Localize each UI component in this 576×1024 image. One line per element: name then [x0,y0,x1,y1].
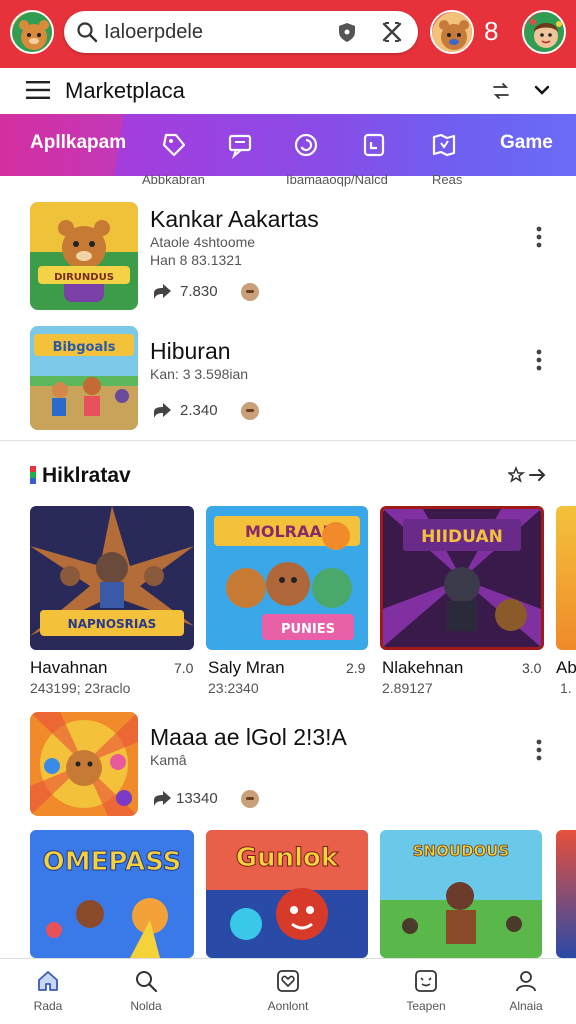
home-icon [38,971,58,991]
app-thumbnail[interactable]: Bibgoals [30,326,138,430]
svg-text:SNOUDOUS: SNOUDOUS [413,842,509,860]
card-subtitle: 243199; 23raclo [30,680,131,696]
category-sublabel: Ibamaaoqp/Nalcd [286,172,388,187]
search-bar [64,11,418,53]
section-flag-icon [30,466,36,484]
app-subtitle: Kamâ [150,752,187,768]
app-subtitle: Kan: 3 3.598ian [150,366,249,382]
tab-apps[interactable]: Apllkapam [30,132,126,154]
category-sublabel: Abbkabran [142,172,205,187]
share-icon[interactable] [152,790,172,808]
game-card-image[interactable] [556,506,576,650]
divider [0,440,576,441]
search-input[interactable] [104,19,324,45]
svg-text:DIRUNDUS: DIRUNDUS [54,272,114,283]
menu-icon[interactable] [26,80,50,100]
bottom-navigation: Rada Nolda Aonlont Teapen Alnaia [0,958,576,1024]
marketplace-screen: 8 Marketplaca Apllkapam Game Abbkabran I… [0,0,576,1024]
game-card-image[interactable]: Gunlok [206,830,368,958]
svg-text:HIIDUAN: HIIDUAN [421,527,503,547]
app-thumbnail[interactable]: DIRUNDUS [30,202,138,310]
user-avatar[interactable] [522,10,566,54]
category-sublabel: Reas [432,172,463,187]
share-icon[interactable] [152,402,172,420]
card-title[interactable]: Nlakehnan [382,658,463,678]
app-stat: 13340 [176,790,218,807]
app-subtitle: Ataole 4shtoome [150,234,256,250]
card-title[interactable]: Saly Mran [208,658,285,678]
card-title[interactable]: Ab [556,658,576,678]
search-icon[interactable] [76,21,98,43]
smile-box-icon [415,970,437,992]
svg-text:PUNIES: PUNIES [281,622,335,637]
share-icon[interactable] [152,283,172,301]
svg-text:OMEPASS: OMEPASS [43,847,182,877]
coin-icon [241,283,259,301]
card-subtitle: 23:2340 [208,680,259,696]
top-bar: 8 [0,0,576,68]
clipboard-icon[interactable] [360,131,388,159]
game-card-image[interactable] [556,830,576,958]
more-options-icon[interactable] [536,226,542,248]
friend-avatar[interactable] [430,10,474,54]
search-icon [136,971,158,993]
nav-profile[interactable]: Alnaia [478,959,574,1024]
more-options-icon[interactable] [536,349,542,371]
map-icon[interactable] [430,131,458,159]
svg-text:Bibgoals: Bibgoals [53,340,116,355]
card-subtitle: 1. [560,680,572,696]
page-header: Marketplaca [0,68,576,114]
swap-icon[interactable] [490,80,512,102]
profile-avatar[interactable] [10,10,54,54]
page-title: Marketplaca [65,78,185,103]
card-title[interactable]: Havahnan [30,658,108,678]
game-card-image[interactable]: OMEPASS [30,830,194,958]
nav-label: Nolda [130,999,162,1013]
app-stat: 2.340 [180,402,218,419]
nav-label: Aonlont [267,999,309,1013]
person-icon [516,971,536,992]
clear-search-icon[interactable] [380,20,404,44]
svg-text:Gunlok: Gunlok [236,843,339,873]
app-stat: 7.830 [180,283,218,300]
card-subtitle: 2.89127 [382,680,433,696]
svg-text:NAPNOSRIAS: NAPNOSRIAS [68,617,157,631]
coin-icon [241,790,259,808]
nav-label: Rada [33,999,63,1013]
game-card-image[interactable]: SNOUDOUS [380,830,542,958]
chevron-down-icon[interactable] [534,83,550,97]
shield-icon[interactable] [336,21,358,43]
app-title[interactable]: Maaa ae lGol 2!3!A [150,724,347,751]
game-card-image[interactable]: MOLRAA! PUNIES [206,506,368,650]
card-rating: 2.9 [346,660,366,676]
see-more-icon[interactable] [508,466,548,484]
nav-home[interactable]: Rada [0,959,96,1024]
app-title[interactable]: Kankar Aakartas [150,206,319,233]
game-card-image[interactable]: HIIDUAN [380,506,544,650]
tag-icon[interactable] [160,131,188,159]
svg-text:MOLRAA!: MOLRAA! [245,522,329,541]
chat-icon[interactable] [226,131,254,159]
coin-icon [241,402,259,420]
app-title[interactable]: Hiburan [150,338,231,365]
nav-search[interactable]: Nolda [98,959,194,1024]
section-title: Hiklratav [42,464,131,487]
tab-game[interactable]: Game [500,132,553,154]
game-card-image[interactable]: NAPNOSRIAS [30,506,194,650]
more-options-icon[interactable] [536,739,542,761]
nav-label: Teapen [406,999,446,1013]
nav-favorites[interactable]: Aonlont [240,959,336,1024]
card-rating: 3.0 [522,660,542,676]
app-thumbnail[interactable] [30,712,138,816]
nav-label: Alnaia [509,999,543,1013]
heart-box-icon [277,970,299,992]
card-rating: 7.0 [174,660,194,676]
nav-social[interactable]: Teapen [378,959,474,1024]
app-subtitle: Han 8 83.1321 [150,252,242,268]
swirl-icon[interactable] [292,131,320,159]
notification-count[interactable]: 8 [484,16,498,47]
